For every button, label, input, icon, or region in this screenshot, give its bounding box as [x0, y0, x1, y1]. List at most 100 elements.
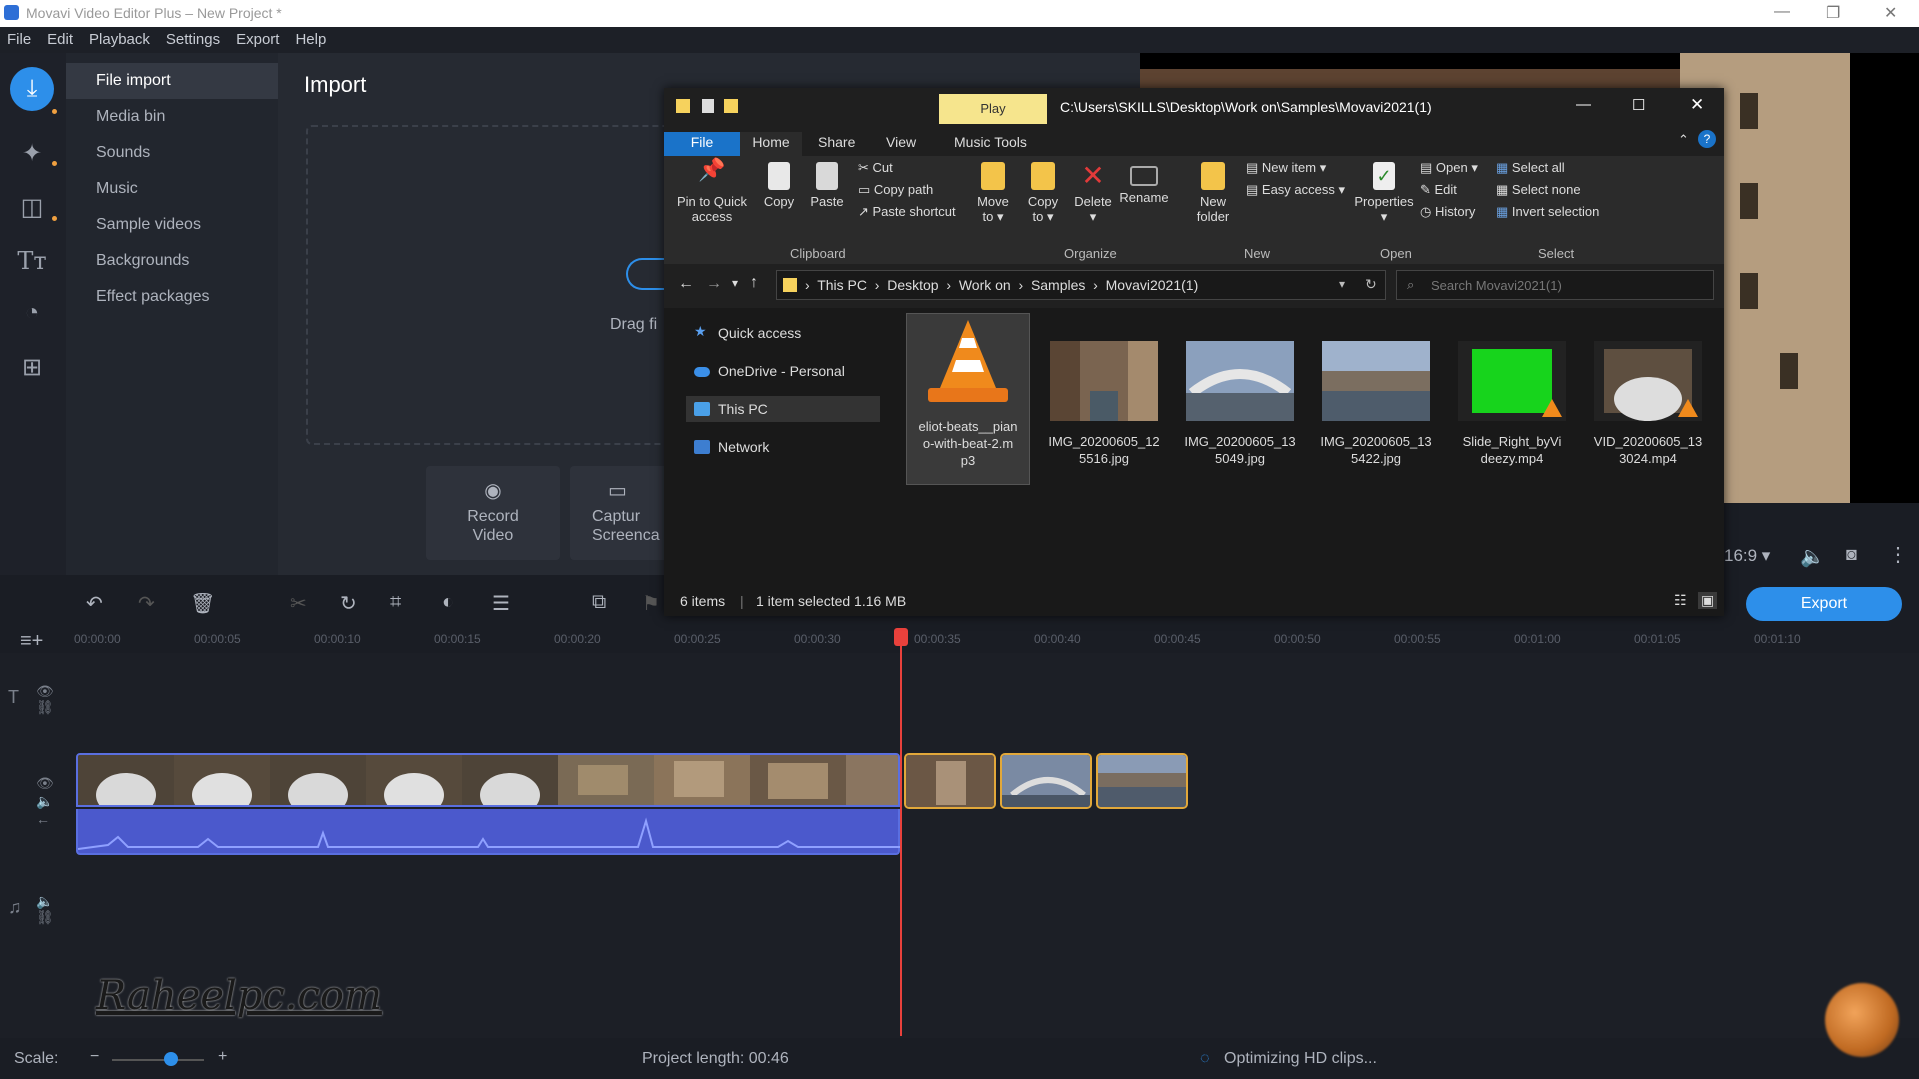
- nav-effect-packages[interactable]: Effect packages: [66, 279, 278, 315]
- tab-music-tools[interactable]: Music Tools: [954, 132, 1027, 156]
- menu-playback[interactable]: Playback: [82, 27, 159, 48]
- capture-screencast-button[interactable]: ▭ Captur Screenca: [570, 466, 674, 560]
- copy-button[interactable]: Copy: [756, 162, 802, 209]
- new-folder-button[interactable]: New folder: [1190, 162, 1236, 224]
- tab-view[interactable]: View: [886, 132, 916, 156]
- rotate-icon[interactable]: ↻: [340, 591, 357, 616]
- refresh-icon[interactable]: ↻: [1365, 276, 1377, 293]
- marker-icon[interactable]: ⚑: [642, 591, 660, 616]
- recent-dropdown-icon[interactable]: ▾: [732, 276, 738, 290]
- delete-button[interactable]: ✕ Delete ▾: [1070, 162, 1116, 225]
- minimize-icon[interactable]: —: [1774, 3, 1790, 21]
- scale-slider-track[interactable]: [112, 1059, 204, 1061]
- invert-selection-button[interactable]: ▦ Invert selection: [1496, 204, 1599, 220]
- nav-music[interactable]: Music: [66, 171, 278, 207]
- explorer-minimize-icon[interactable]: —: [1576, 96, 1591, 113]
- properties-button[interactable]: ✓ Properties ▾: [1354, 162, 1414, 224]
- titles-icon[interactable]: Tт: [10, 239, 54, 283]
- nav-quick-access[interactable]: ★ Quick access: [686, 320, 880, 346]
- eye-icon[interactable]: 👁: [36, 683, 54, 700]
- transitions-icon[interactable]: ◫: [10, 185, 54, 229]
- file-item[interactable]: IMG_20200605_12 5516.jpg: [1042, 313, 1166, 485]
- mute-icon[interactable]: 🔈: [36, 793, 53, 810]
- back-icon[interactable]: ←: [678, 275, 694, 293]
- nav-network[interactable]: Network: [686, 434, 880, 460]
- video-clip[interactable]: [76, 753, 900, 807]
- menu-edit[interactable]: Edit: [40, 27, 82, 48]
- clip-properties-icon[interactable]: ☰: [492, 591, 510, 616]
- large-icons-view-icon[interactable]: ▣: [1698, 592, 1718, 609]
- import-icon[interactable]: ⤓: [10, 67, 54, 111]
- zoom-out-icon[interactable]: −: [90, 1048, 99, 1066]
- crumb-work-on[interactable]: Work on: [959, 277, 1011, 293]
- nav-onedrive[interactable]: OneDrive - Personal: [686, 358, 880, 384]
- image-clip[interactable]: [904, 753, 996, 809]
- address-dropdown-icon[interactable]: ▾: [1339, 277, 1345, 291]
- tab-share[interactable]: Share: [818, 132, 855, 156]
- edit-button[interactable]: ✎ Edit: [1420, 182, 1457, 198]
- nav-media-bin[interactable]: Media bin: [66, 99, 278, 135]
- play-contextual-tab[interactable]: Play: [939, 94, 1047, 124]
- record-video-button[interactable]: ◉ Record Video: [426, 466, 560, 560]
- overlay-icon[interactable]: ⧉: [592, 591, 606, 614]
- paste-button[interactable]: Paste: [804, 162, 850, 209]
- add-track-icon[interactable]: ≡+: [20, 630, 43, 653]
- menu-file[interactable]: File: [0, 27, 40, 48]
- cut-icon[interactable]: ✂: [290, 591, 307, 616]
- cut-button[interactable]: ✂ Cut: [858, 160, 893, 176]
- copy-path-button[interactable]: ▭ Copy path: [858, 182, 933, 198]
- explorer-maximize-icon[interactable]: ☐: [1632, 96, 1645, 114]
- nav-this-pc[interactable]: This PC: [686, 396, 880, 422]
- file-item[interactable]: IMG_20200605_13 5049.jpg: [1178, 313, 1302, 485]
- crumb-movavi2021[interactable]: Movavi2021(1): [1106, 277, 1199, 293]
- nav-sounds[interactable]: Sounds: [66, 135, 278, 171]
- scale-slider-thumb[interactable]: [164, 1052, 178, 1066]
- properties-quick-icon[interactable]: [702, 99, 714, 113]
- details-view-icon[interactable]: ☷: [1674, 592, 1687, 609]
- menu-export[interactable]: Export: [229, 27, 288, 48]
- more-tools-icon[interactable]: ⊞: [10, 345, 54, 389]
- explorer-close-icon[interactable]: ✕: [1690, 95, 1704, 115]
- more-options-icon[interactable]: ⋮: [1888, 542, 1908, 567]
- undo-icon[interactable]: ↶: [86, 591, 103, 616]
- nav-file-import[interactable]: File import: [66, 63, 278, 99]
- file-item[interactable]: Slide_Right_byVi deezy.mp4: [1450, 313, 1574, 485]
- pin-quick-access-button[interactable]: 📌 Pin to Quick access: [672, 159, 752, 225]
- copy-to-button[interactable]: Copy to ▾: [1020, 162, 1066, 224]
- address-bar[interactable]: › This PC › Desktop › Work on › Samples …: [776, 270, 1386, 300]
- up-icon[interactable]: ↑: [750, 274, 758, 292]
- collapse-ribbon-icon[interactable]: ⌃: [1678, 132, 1689, 148]
- eye-icon[interactable]: 👁: [36, 775, 54, 792]
- tab-home[interactable]: Home: [740, 132, 802, 156]
- color-adjust-icon[interactable]: ◐: [442, 591, 454, 614]
- crumb-samples[interactable]: Samples: [1031, 277, 1085, 293]
- snapshot-icon[interactable]: ◙: [1846, 544, 1857, 565]
- menu-settings[interactable]: Settings: [159, 27, 229, 48]
- crop-icon[interactable]: ⌗: [390, 591, 401, 614]
- select-none-button[interactable]: ▦ Select none: [1496, 182, 1581, 198]
- redo-icon[interactable]: ↷: [138, 591, 155, 616]
- stickers-icon[interactable]: ◔: [10, 291, 54, 335]
- tab-file[interactable]: File: [664, 132, 740, 156]
- file-item[interactable]: VID_20200605_13 3024.mp4: [1586, 313, 1710, 485]
- crumb-desktop[interactable]: Desktop: [887, 277, 938, 293]
- move-to-button[interactable]: Move to ▾: [970, 162, 1016, 224]
- new-folder-quick-icon[interactable]: [724, 99, 738, 113]
- search-box[interactable]: ⌕ Search Movavi2021(1): [1396, 270, 1714, 300]
- rename-button[interactable]: Rename: [1116, 162, 1172, 205]
- image-clip[interactable]: [1096, 753, 1188, 809]
- open-button[interactable]: ▤ Open ▾: [1420, 160, 1478, 176]
- mute-icon[interactable]: 🔈: [36, 893, 53, 910]
- maximize-icon[interactable]: ❐: [1826, 3, 1840, 23]
- select-all-button[interactable]: ▦ Select all: [1496, 160, 1565, 176]
- link-icon[interactable]: ←: [36, 811, 50, 827]
- timeline-ruler[interactable]: 00:00:00 00:00:05 00:00:10 00:00:15 00:0…: [0, 625, 1919, 653]
- volume-icon[interactable]: 🔈: [1800, 544, 1825, 569]
- image-clip[interactable]: [1000, 753, 1092, 809]
- menu-help[interactable]: Help: [288, 27, 335, 48]
- nav-backgrounds[interactable]: Backgrounds: [66, 243, 278, 279]
- link-icon[interactable]: ⛓: [36, 909, 54, 926]
- history-button[interactable]: ◷ History: [1420, 204, 1475, 220]
- new-item-button[interactable]: ▤ New item ▾: [1246, 160, 1326, 176]
- aspect-ratio-select[interactable]: 16:9 ▾: [1724, 546, 1770, 566]
